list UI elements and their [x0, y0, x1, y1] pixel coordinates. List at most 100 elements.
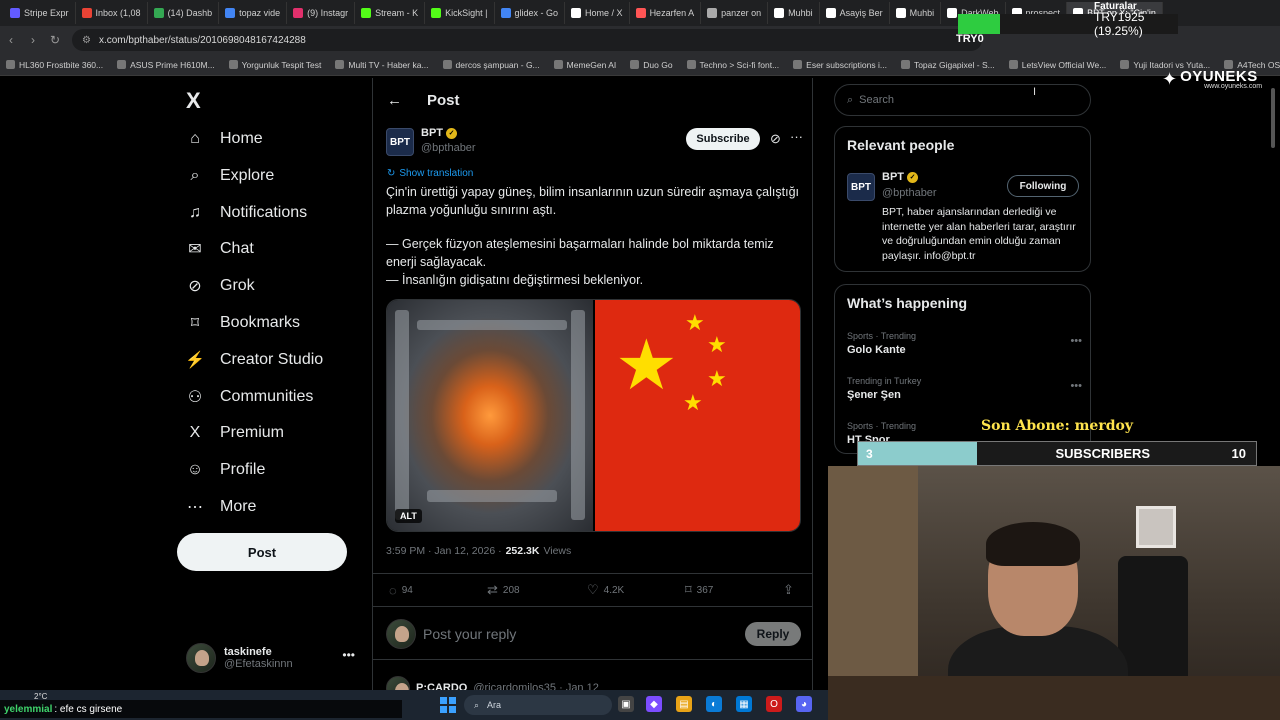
post-media[interactable]: ALT ★ ★ ★ ★ ★ — [386, 299, 801, 532]
alt-badge[interactable]: ALT — [395, 509, 422, 523]
search-input[interactable]: ⌕ Search — [834, 84, 1091, 116]
opera-icon[interactable]: O — [766, 696, 782, 712]
browser-tab[interactable]: Home / X — [565, 2, 630, 24]
bookmark-item[interactable]: LetsView Official We... — [1008, 60, 1106, 70]
subscriber-goal: 10 — [1231, 446, 1246, 461]
browser-tab[interactable]: (14) Dashb — [148, 2, 220, 24]
sidebar-item-chat[interactable]: ✉ Chat — [186, 240, 254, 258]
tab-favicon-icon — [500, 8, 511, 18]
post-button[interactable]: Post — [177, 533, 347, 571]
relevant-avatar[interactable]: BPT — [847, 173, 875, 201]
more-dots-icon[interactable]: ••• — [1070, 335, 1082, 347]
bookmark-item[interactable]: Multi TV - Haber ka... — [335, 59, 429, 70]
author-handle[interactable]: @bpthaber — [421, 142, 476, 154]
account-switcher[interactable]: taskinefe @Efetaskinnn ••• — [186, 638, 361, 678]
bookmark-item[interactable]: Topaz Gigapixel - S... — [900, 60, 995, 70]
back-arrow-icon[interactable]: ← — [387, 92, 402, 109]
back-nav-icon[interactable]: ‹ — [0, 33, 22, 47]
more-dots-icon[interactable]: ••• — [342, 648, 355, 662]
subscriber-label: SUBSCRIBERS — [1055, 446, 1151, 461]
browser-tab[interactable]: Stripe Expr — [4, 2, 76, 24]
trend-item[interactable]: Sports · Trending Golo Kante ••• — [847, 331, 1082, 356]
bookmark-item[interactable]: HL360 Frostbite 360... — [6, 60, 103, 70]
more-dots-icon[interactable]: ••• — [1070, 380, 1082, 392]
author-avatar[interactable]: BPT — [386, 128, 414, 156]
browser-tab[interactable]: panzer on — [701, 2, 769, 24]
task-view-icon[interactable]: ▣ — [618, 696, 634, 712]
sidebar-item-home[interactable]: ⌂ Home — [186, 130, 263, 148]
browser-tab[interactable]: glidex - Go — [495, 2, 566, 24]
fusion-reactor-image[interactable]: ALT — [387, 300, 593, 531]
browser-tab[interactable]: Asayiş Ber — [820, 2, 890, 24]
forward-nav-icon[interactable]: › — [22, 33, 44, 47]
sidebar-item-communities[interactable]: ⚇ Communities — [186, 388, 314, 406]
trend-item[interactable]: Trending in Turkey Şener Şen ••• — [847, 376, 1082, 401]
sidebar-item-more[interactable]: ⋯ More — [186, 498, 256, 516]
sidebar-item-creator-studio[interactable]: ⚡ Creator Studio — [185, 351, 323, 369]
bookmark-item[interactable]: dercos şampuan - G... — [442, 60, 540, 70]
bookmark-item[interactable]: ASUS Prime H610M... — [117, 60, 215, 70]
discord-icon[interactable]: ◕ — [796, 696, 812, 712]
reply-preview[interactable]: P:CARDO @ricardomilos35 · Jan 12 — [386, 676, 599, 690]
more-dots-icon[interactable]: ··· — [790, 129, 803, 144]
browser-tab[interactable]: Muhbi — [890, 2, 942, 24]
author-name[interactable]: BPT — [421, 127, 443, 139]
reply-action[interactable]: ◌ 94 — [389, 583, 413, 598]
sidebar-item-bookmarks[interactable]: ⌑ Bookmarks — [186, 314, 300, 332]
reply-input[interactable]: Post your reply — [423, 626, 516, 642]
file-explorer-icon[interactable]: ▤ — [676, 696, 692, 712]
scrollbar[interactable] — [1270, 78, 1276, 458]
url-text: x.com/bpthaber/status/201069804816742428… — [98, 34, 306, 46]
bookmark-label: Multi TV - Haber ka... — [348, 59, 429, 70]
show-translation-link[interactable]: ↻ Show translation — [387, 168, 473, 179]
site-info-icon[interactable]: ⚙ — [82, 35, 91, 46]
repost-icon: ⇄ — [487, 582, 498, 597]
sidebar-item-profile[interactable]: ☺ Profile — [186, 461, 266, 479]
following-button[interactable]: Following — [1007, 175, 1079, 197]
bookmark-item[interactable]: Duo Go — [630, 60, 673, 70]
sidebar-item-explore[interactable]: ⌕ Explore — [186, 167, 275, 185]
sidebar-item-label: Premium — [220, 424, 285, 442]
taskbar-search[interactable]: ⌕ Ara — [464, 695, 612, 715]
bookmark-item[interactable]: Yorgunluk Tespit Test — [228, 60, 321, 70]
browser-tab[interactable]: KickSight | — [425, 2, 495, 24]
taskbar-search-label: Ara — [487, 700, 502, 710]
copilot-icon[interactable]: ◆ — [646, 696, 662, 712]
verified-badge-icon: ✓ — [907, 171, 918, 183]
browser-tab[interactable]: topaz vide — [219, 2, 288, 24]
oyuneks-icon: ✦ — [1162, 68, 1178, 89]
windows-start-icon[interactable] — [440, 697, 456, 713]
bookmark-action[interactable]: ⌑ 367 — [685, 582, 713, 598]
reply-button[interactable]: Reply — [745, 622, 801, 646]
share-action[interactable]: ⇪ — [783, 582, 794, 598]
browser-tab[interactable]: Inbox (1,08 — [76, 2, 148, 24]
bookmark-item[interactable]: Eser subscriptions i... — [793, 60, 887, 70]
relevant-name[interactable]: BPT — [882, 171, 904, 183]
store-icon[interactable]: ▦ — [736, 696, 752, 712]
x-sidebar: X ⌂ Home ⌕ Explore ♫ Notifications ✉ Chat ⊘ Grok ⌑… — [170, 78, 370, 690]
sidebar-item-label: Notifications — [220, 203, 308, 221]
browser-tab[interactable]: Muhbi — [768, 2, 820, 24]
address-bar[interactable]: ⚙ x.com/bpthaber/status/2010698048167424… — [72, 29, 982, 51]
bookmark-favicon-icon — [900, 60, 910, 69]
grok-icon[interactable]: ⊘ — [770, 131, 781, 147]
reload-icon[interactable]: ↻ — [44, 33, 66, 47]
edge-icon[interactable]: ◐ — [706, 696, 722, 712]
browser-tab[interactable]: Stream - K — [355, 2, 426, 24]
sidebar-item-premium[interactable]: X Premium — [186, 424, 284, 442]
tab-label: Stripe Expr — [24, 8, 69, 18]
verified-badge-icon: ✓ — [446, 127, 457, 139]
browser-tab[interactable]: (9) Instagr — [287, 2, 356, 24]
like-action[interactable]: ♡ 4.2K — [587, 582, 624, 598]
timestamp-text[interactable]: 3:59 PM · Jan 12, 2026 · — [386, 545, 502, 557]
subscribe-button[interactable]: Subscribe — [686, 128, 760, 150]
browser-tab[interactable]: Hezarfen A — [630, 2, 702, 24]
bookmark-item[interactable]: MemeGen AI — [553, 60, 616, 70]
china-flag-image[interactable]: ★ ★ ★ ★ ★ — [593, 300, 800, 531]
sidebar-item-grok[interactable]: ⊘ Grok — [186, 277, 254, 295]
sidebar-item-notifications[interactable]: ♫ Notifications — [186, 204, 307, 222]
repost-action[interactable]: ⇄ 208 — [487, 582, 520, 598]
x-logo-icon[interactable]: X — [186, 88, 201, 114]
subscriber-current: 3 — [866, 446, 873, 461]
bookmark-item[interactable]: Techno > Sci-fi font... — [686, 60, 779, 70]
